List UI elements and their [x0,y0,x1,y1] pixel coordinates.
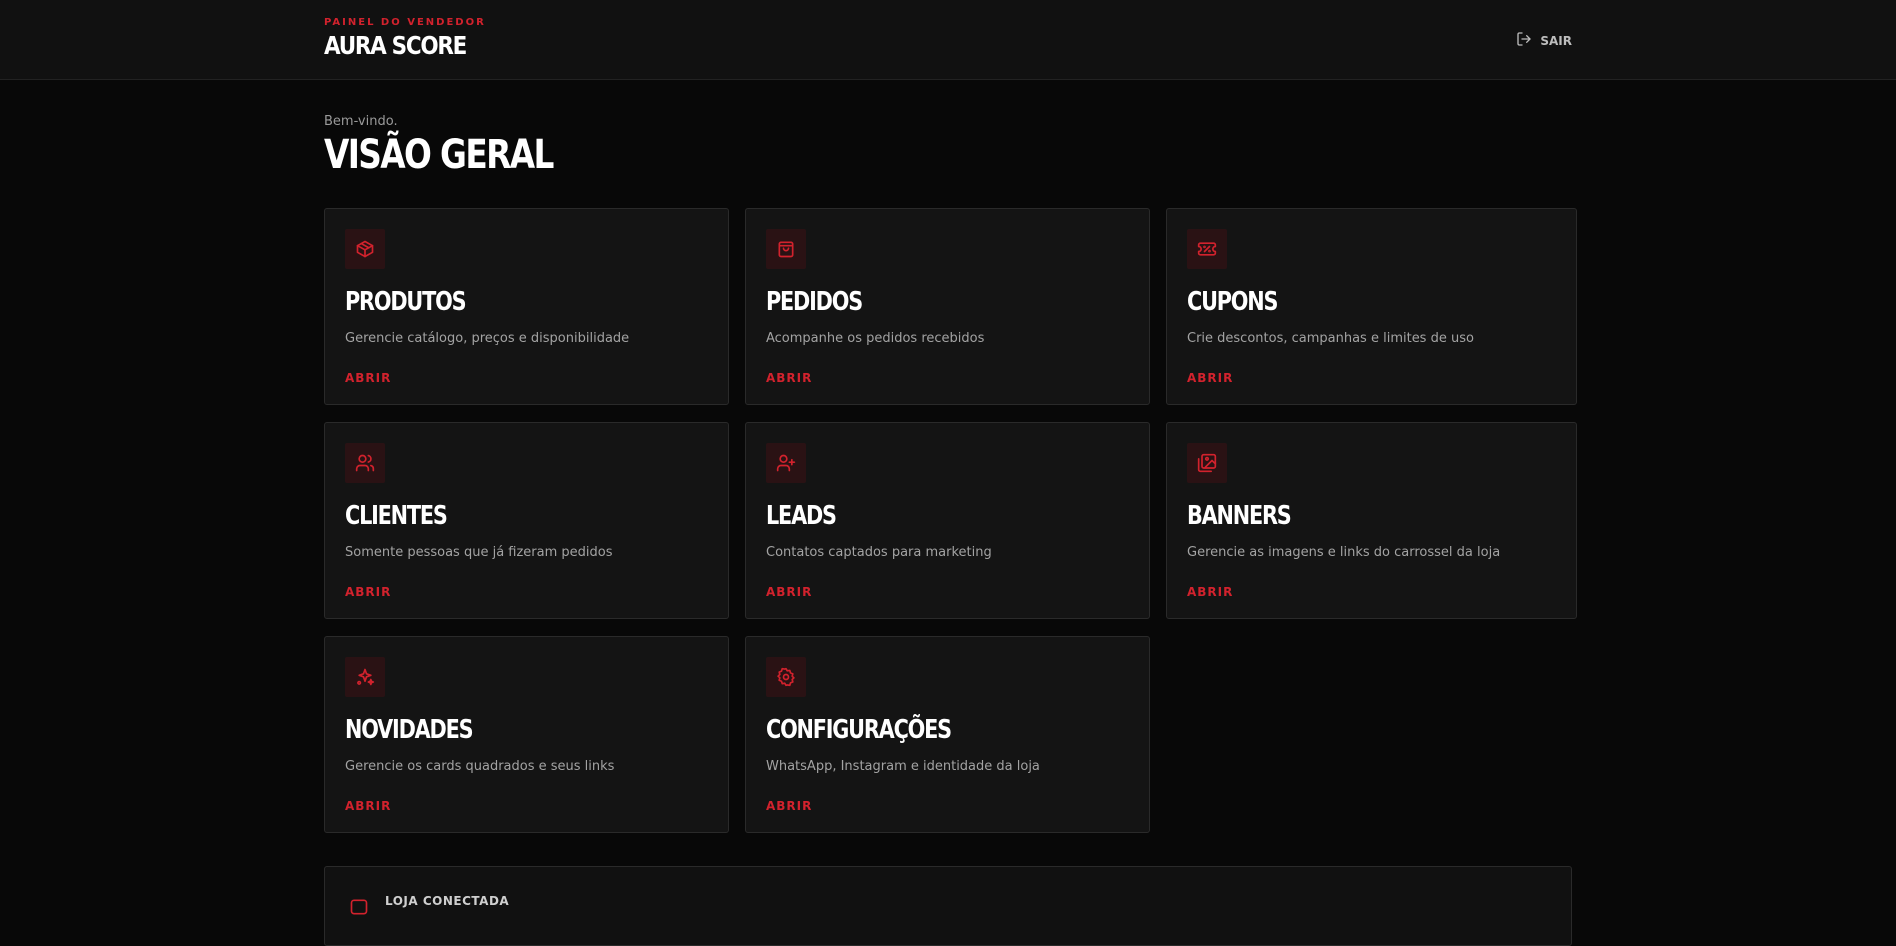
card-description: Acompanhe os pedidos recebidos [766,331,985,346]
card-description: Crie descontos, campanhas e limites de u… [1187,331,1474,346]
connected-store-panel: LOJA CONECTADA [324,866,1572,946]
open-link[interactable]: ABRIR [766,799,812,813]
card-pedidos[interactable]: PEDIDOS Acompanhe os pedidos recebidos A… [745,208,1150,405]
card-description: Somente pessoas que já fizeram pedidos [345,545,613,560]
card-title: LEADS [766,501,837,531]
brand-title[interactable]: AURA SCORE [324,31,467,60]
card-description: WhatsApp, Instagram e identidade da loja [766,759,1040,774]
card-configuracoes[interactable]: CONFIGURAÇÕES WhatsApp, Instagram e iden… [745,636,1150,833]
card-title: CLIENTES [345,501,448,531]
card-title: NOVIDADES [345,715,474,745]
store-icon [349,897,369,917]
logout-button[interactable]: SAIR [1516,31,1572,50]
gear-icon [766,657,806,697]
logout-icon [1516,31,1532,50]
welcome-text: Bem-vindo. [324,114,398,129]
card-title: PEDIDOS [766,287,863,317]
open-link[interactable]: ABRIR [345,371,391,385]
card-description: Contatos captados para marketing [766,545,992,560]
card-clientes[interactable]: CLIENTES Somente pessoas que já fizeram … [324,422,729,619]
shopping-bag-icon [766,229,806,269]
card-banners[interactable]: BANNERS Gerencie as imagens e links do c… [1166,422,1577,619]
images-icon [1187,443,1227,483]
connected-label: LOJA CONECTADA [385,894,510,908]
open-link[interactable]: ABRIR [345,585,391,599]
logout-label: SAIR [1540,33,1572,48]
card-produtos[interactable]: PRODUTOS Gerencie catálogo, preços e dis… [324,208,729,405]
card-title: CONFIGURAÇÕES [766,715,952,745]
card-description: Gerencie as imagens e links do carrossel… [1187,545,1501,560]
card-title: PRODUTOS [345,287,467,317]
users-icon [345,443,385,483]
user-plus-icon [766,443,806,483]
open-link[interactable]: ABRIR [766,371,812,385]
brand-kicker: PAINEL DO VENDEDOR [324,17,486,28]
top-bar: PAINEL DO VENDEDOR AURA SCORE SAIR [0,0,1896,80]
card-title: CUPONS [1187,287,1278,317]
ticket-percent-icon [1187,229,1227,269]
card-novidades[interactable]: NOVIDADES Gerencie os cards quadrados e … [324,636,729,833]
open-link[interactable]: ABRIR [345,799,391,813]
package-icon [345,229,385,269]
card-description: Gerencie os cards quadrados e seus links [345,759,615,774]
card-title: BANNERS [1187,501,1292,531]
cards-grid: PRODUTOS Gerencie catálogo, preços e dis… [324,208,1577,833]
sparkles-icon [345,657,385,697]
open-link[interactable]: ABRIR [1187,585,1233,599]
open-link[interactable]: ABRIR [1187,371,1233,385]
card-cupons[interactable]: CUPONS Crie descontos, campanhas e limit… [1166,208,1577,405]
open-link[interactable]: ABRIR [766,585,812,599]
page-title: VISÃO GERAL [324,132,554,178]
card-description: Gerencie catálogo, preços e disponibilid… [345,331,630,346]
card-leads[interactable]: LEADS Contatos captados para marketing A… [745,422,1150,619]
